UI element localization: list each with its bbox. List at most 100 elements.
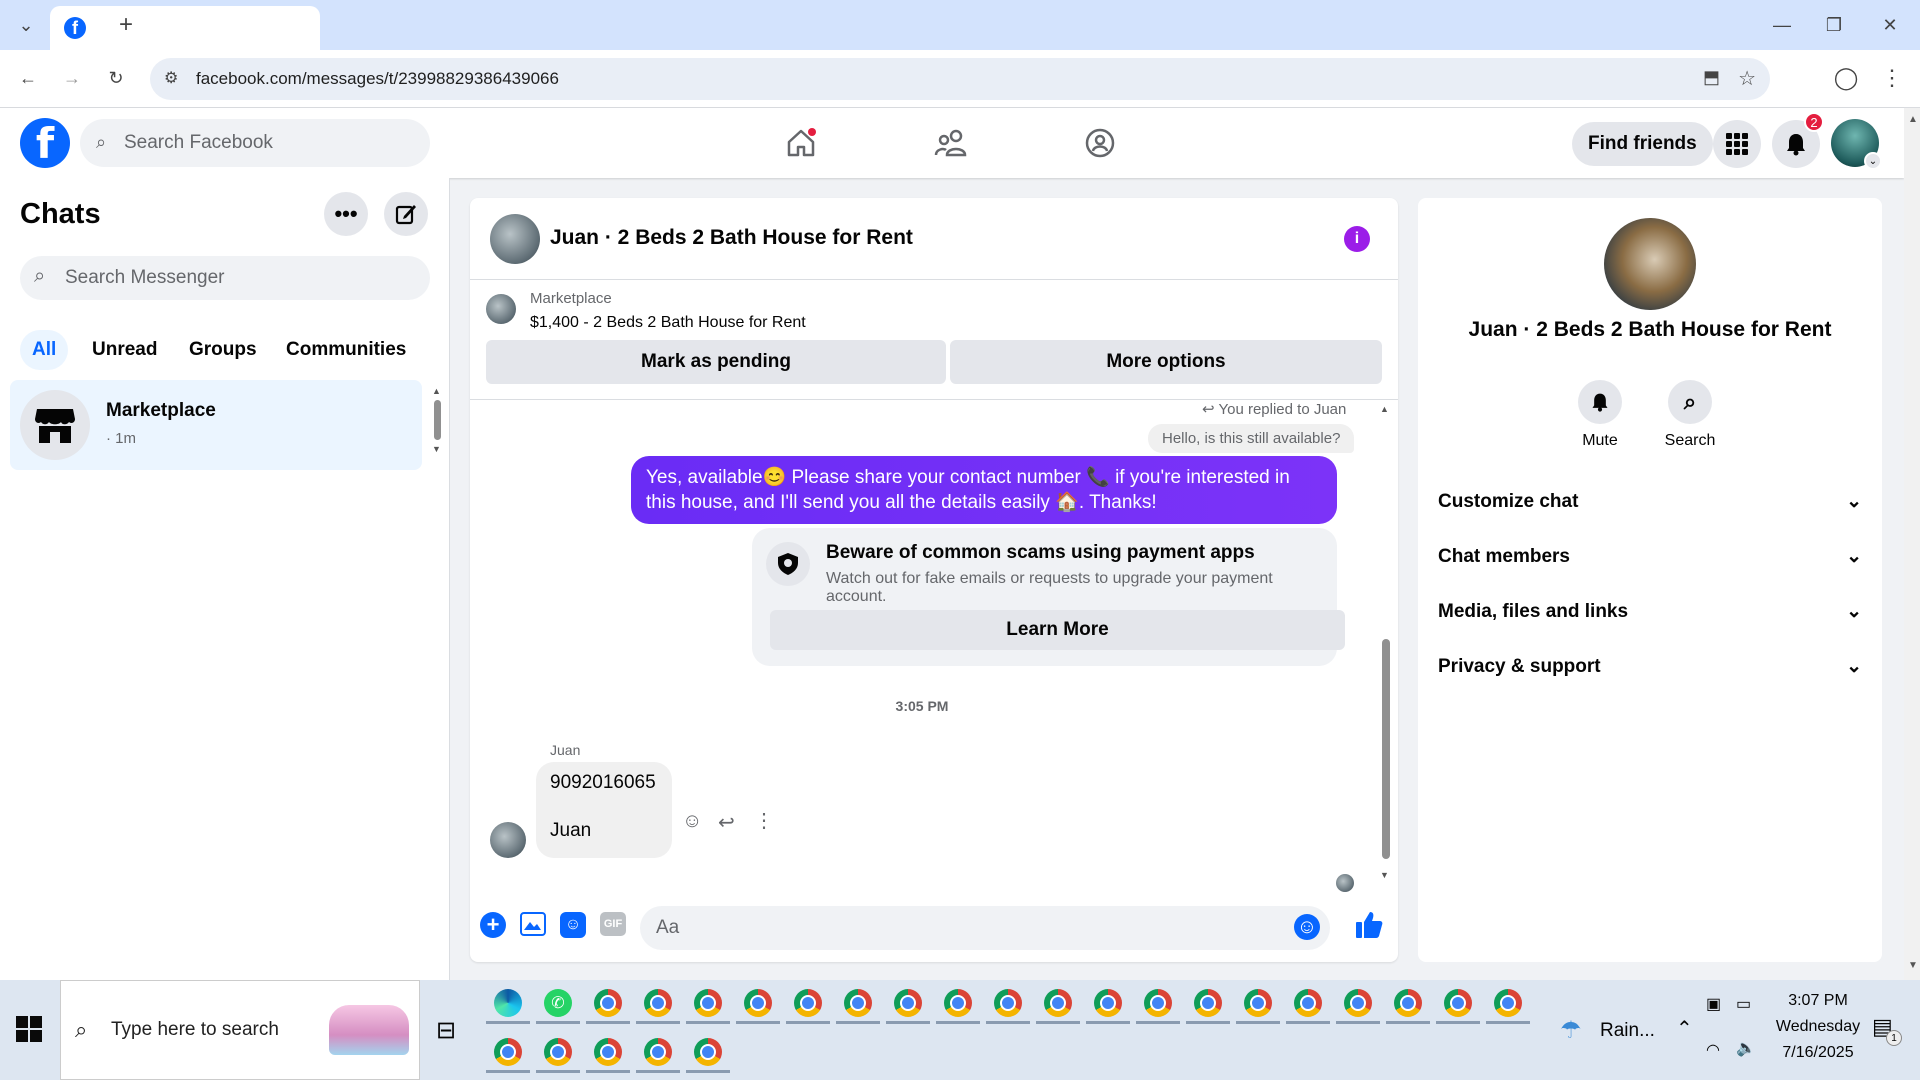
weather-rain-icon[interactable]: ☂ (1560, 1016, 1582, 1045)
chrome-app-icon[interactable] (1136, 984, 1180, 1024)
attach-photo-icon[interactable] (520, 912, 546, 936)
volume-icon[interactable]: 🔈 (1736, 1038, 1756, 1058)
chrome-app-icon[interactable] (636, 1033, 680, 1073)
customize-chat-row[interactable]: Customize chat ⌄ (1438, 474, 1862, 529)
forward-icon[interactable]: → (52, 58, 92, 98)
chrome-menu-icon[interactable]: ⋮ (1872, 58, 1912, 98)
account-chevron-icon[interactable]: ⌄ (1864, 152, 1882, 170)
reply-icon[interactable]: ↩ (718, 810, 735, 835)
mute-label[interactable]: Mute (1558, 432, 1642, 450)
filter-unread[interactable]: Unread (80, 330, 169, 370)
chrome-app-icon[interactable] (1486, 984, 1530, 1024)
scrollbar-thumb[interactable] (434, 400, 441, 440)
privacy-support-row[interactable]: Privacy & support ⌄ (1438, 639, 1862, 694)
restore-icon[interactable]: ❐ (1814, 5, 1854, 45)
message-input[interactable]: Aa ☺ (640, 906, 1330, 950)
chrome-app-icon[interactable] (936, 984, 980, 1024)
minimize-icon[interactable]: — (1762, 5, 1802, 45)
taskbar-search-box[interactable]: ⌕ Type here to search (60, 980, 420, 1080)
scroll-up-arrow-icon[interactable]: ▲ (432, 386, 444, 396)
media-files-links-row[interactable]: Media, files and links ⌄ (1438, 584, 1862, 639)
chat-list-item-marketplace[interactable]: Marketplace · 1m (10, 380, 422, 470)
search-in-conversation-icon[interactable]: ⌕ (1668, 380, 1712, 424)
chrome-app-icon[interactable] (786, 984, 830, 1024)
filter-communities[interactable]: Communities (274, 330, 418, 370)
listing-title[interactable]: $1,400 - 2 Beds 2 Bath House for Rent (530, 314, 806, 332)
new-message-icon[interactable] (384, 192, 428, 236)
scrollbar-thumb[interactable] (1382, 639, 1390, 859)
chat-list-scrollbar[interactable]: ▲ ▼ (432, 386, 444, 466)
chrome-app-icon[interactable] (686, 984, 730, 1024)
listing-thumbnail[interactable] (486, 294, 516, 324)
my-message-bubble[interactable]: Yes, available😊 Please share your contac… (631, 456, 1337, 524)
taskbar-clock[interactable]: 3:07 PM Wednesday 7/16/2025 (1770, 992, 1866, 1062)
scroll-down-arrow-icon[interactable]: ▼ (1908, 960, 1918, 971)
messenger-search-input[interactable]: ⌕ Search Messenger (20, 256, 430, 300)
browser-tab[interactable]: f (50, 6, 320, 50)
chrome-app-icon[interactable] (1436, 984, 1480, 1024)
more-options-button[interactable]: More options (950, 340, 1382, 384)
add-more-icon[interactable]: + (480, 912, 506, 938)
learn-more-button[interactable]: Learn More (770, 610, 1345, 650)
chrome-app-icon[interactable] (1236, 984, 1280, 1024)
page-scrollbar[interactable]: ▲ ▼ (1904, 108, 1920, 980)
their-message-bubble[interactable]: 9092016065 Juan (536, 762, 672, 858)
scroll-down-arrow-icon[interactable]: ▼ (1380, 870, 1389, 880)
chrome-app-icon[interactable] (736, 984, 780, 1024)
search-highlight-image[interactable] (329, 1005, 409, 1055)
bookmark-star-icon[interactable]: ☆ (1738, 66, 1756, 91)
conversation-info-icon[interactable]: i (1344, 226, 1370, 252)
filter-groups[interactable]: Groups (177, 330, 269, 370)
install-app-icon[interactable]: ⬒ (1703, 67, 1720, 88)
meet-now-icon[interactable]: ▣ (1706, 994, 1721, 1014)
reload-icon[interactable]: ↻ (96, 58, 136, 98)
find-friends-button[interactable]: Find friends (1572, 122, 1713, 166)
task-view-icon[interactable]: ⊟ (436, 1016, 456, 1045)
edge-app-icon[interactable] (486, 984, 530, 1024)
groups-icon[interactable] (1078, 121, 1122, 165)
mute-bell-icon[interactable] (1578, 380, 1622, 424)
scroll-down-arrow-icon[interactable]: ▼ (432, 444, 444, 454)
chrome-app-icon[interactable] (986, 984, 1030, 1024)
gif-icon[interactable]: GIF (600, 912, 626, 936)
chrome-app-icon[interactable] (1186, 984, 1230, 1024)
sender-avatar[interactable] (490, 822, 526, 858)
conversation-title[interactable]: Juan · 2 Beds 2 Bath House for Rent (550, 226, 913, 250)
back-icon[interactable]: ← (8, 58, 48, 98)
quoted-message[interactable]: Hello, is this still available? (1148, 424, 1355, 453)
chrome-app-icon[interactable] (486, 1033, 530, 1073)
close-window-icon[interactable]: ✕ (1870, 5, 1910, 45)
chrome-app-icon[interactable] (1086, 984, 1130, 1024)
mark-as-pending-button[interactable]: Mark as pending (486, 340, 946, 384)
address-bar[interactable]: ⚙ facebook.com/messages/t/23998829386439… (150, 58, 1770, 100)
whatsapp-app-icon[interactable]: ✆ (536, 984, 580, 1024)
filter-all[interactable]: All (20, 330, 69, 370)
messages-scrollbar[interactable]: ▲ ▼ (1380, 404, 1392, 884)
battery-icon[interactable]: ▭ (1736, 994, 1751, 1014)
react-emoji-icon[interactable]: ☺ (682, 810, 702, 833)
chrome-app-icon[interactable] (586, 1033, 630, 1073)
menu-grid-icon[interactable] (1713, 120, 1761, 168)
message-more-icon[interactable]: ⋮ (754, 808, 774, 833)
chrome-app-icon[interactable] (1036, 984, 1080, 1024)
chrome-app-icon[interactable] (1286, 984, 1330, 1024)
sticker-icon[interactable]: ☺ (560, 912, 586, 938)
weather-text[interactable]: Rain... (1600, 1020, 1655, 1042)
like-thumbs-up-icon[interactable] (1354, 910, 1384, 944)
chat-members-row[interactable]: Chat members ⌄ (1438, 529, 1862, 584)
details-avatar[interactable] (1604, 218, 1696, 310)
home-icon[interactable] (779, 121, 823, 165)
show-hidden-icons-chevron-icon[interactable]: ⌃ (1676, 1016, 1693, 1041)
chrome-app-icon[interactable] (536, 1033, 580, 1073)
profile-icon[interactable]: ◯ (1826, 58, 1866, 98)
chrome-app-icon[interactable] (1336, 984, 1380, 1024)
conversation-avatar[interactable] (490, 214, 540, 264)
chrome-app-icon[interactable] (836, 984, 880, 1024)
chrome-app-icon[interactable] (636, 984, 680, 1024)
scroll-up-arrow-icon[interactable]: ▲ (1908, 114, 1918, 125)
facebook-logo-icon[interactable]: f (20, 118, 70, 168)
chrome-app-icon[interactable] (686, 1033, 730, 1073)
chats-more-options-icon[interactable]: ••• (324, 192, 368, 236)
tab-search-icon[interactable]: ⌄ (6, 5, 46, 45)
site-info-icon[interactable]: ⚙ (164, 68, 178, 88)
